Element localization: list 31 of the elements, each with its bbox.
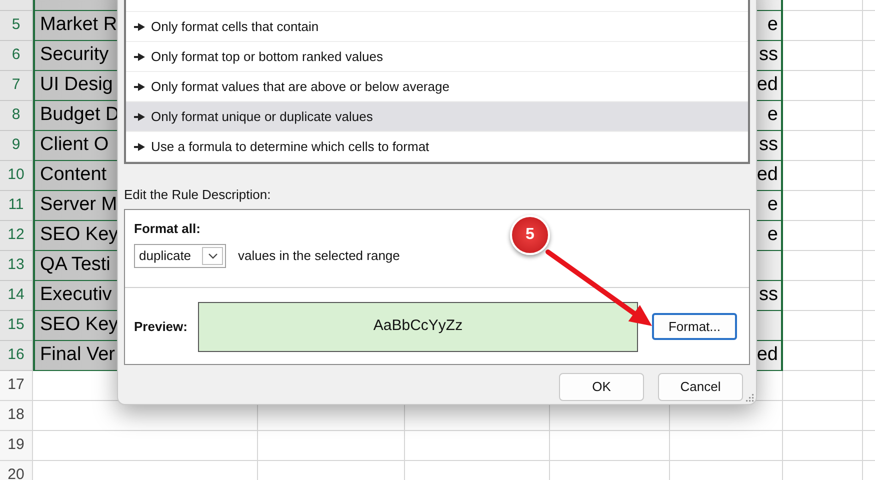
resize-grip-icon xyxy=(744,392,754,402)
row-header[interactable]: 6 xyxy=(0,41,33,71)
row-header[interactable]: 12 xyxy=(0,221,33,251)
row-header[interactable]: 7 xyxy=(0,71,33,101)
row-header[interactable]: 20 xyxy=(0,461,33,480)
dialog-button[interactable]: Cancel xyxy=(658,372,743,400)
pointer-icon xyxy=(134,82,145,90)
row-header[interactable]: 17 xyxy=(0,371,33,401)
row-header[interactable]: 8 xyxy=(0,101,33,131)
dialog-button[interactable]: OK xyxy=(559,372,644,400)
row-header[interactable]: 9 xyxy=(0,131,33,161)
pointer-icon xyxy=(134,142,145,150)
preview-text: AaBbCcYyZz xyxy=(373,316,463,336)
format-button[interactable]: Format... xyxy=(652,313,737,340)
pointer-icon xyxy=(134,112,145,120)
row-header[interactable]: 14 xyxy=(0,281,33,311)
format-all-label: Format all: xyxy=(134,220,200,238)
pointer-icon xyxy=(134,52,145,60)
chevron-down-icon xyxy=(208,253,218,259)
row-header[interactable]: 5 xyxy=(0,11,33,41)
duplicate-dropdown[interactable]: duplicate xyxy=(134,244,226,268)
row-header[interactable]: 15 xyxy=(0,311,33,341)
row-header[interactable]: 18 xyxy=(0,401,33,431)
row-header[interactable]: 16 xyxy=(0,341,33,371)
row-header[interactable]: 11 xyxy=(0,191,33,221)
row-header[interactable]: 19 xyxy=(0,431,33,461)
preview-label: Preview: xyxy=(134,318,188,336)
rule-type-item[interactable]: Only format unique or duplicate values xyxy=(126,102,748,132)
row-header[interactable]: 10 xyxy=(0,161,33,191)
row-header[interactable]: 13 xyxy=(0,251,33,281)
pointer-icon xyxy=(134,22,145,30)
